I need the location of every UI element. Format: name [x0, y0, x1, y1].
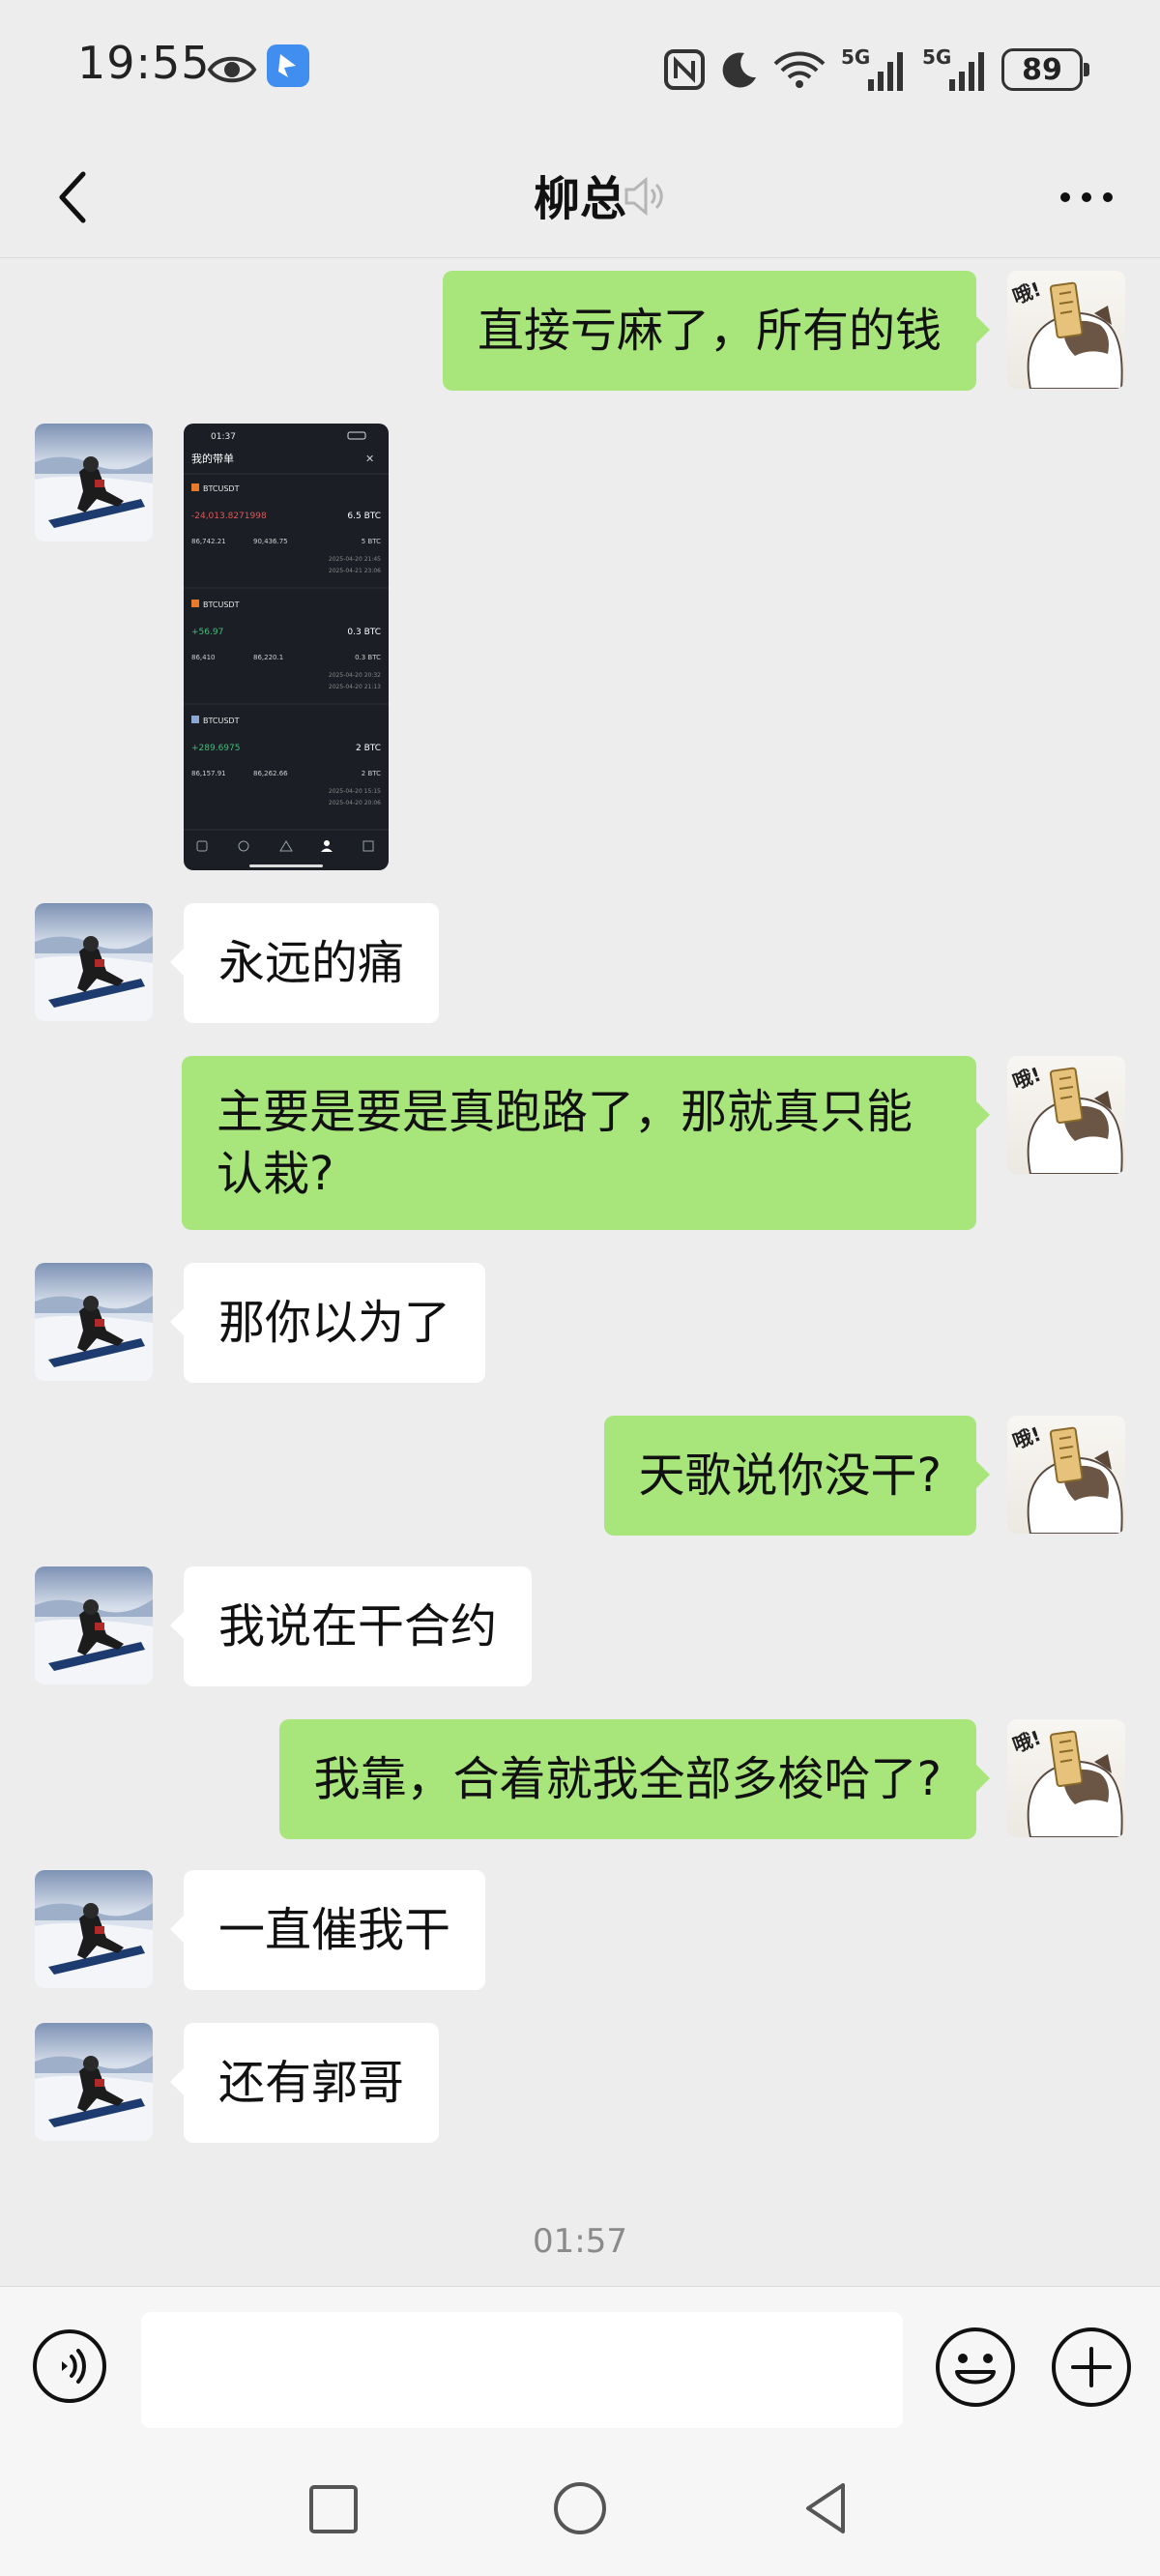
avatar-self[interactable] [1007, 1056, 1125, 1174]
battery-icon: 89 [1001, 48, 1089, 91]
order-entry-price: 86,157.91 [191, 770, 226, 777]
voice-icon[interactable] [31, 2327, 108, 2405]
image-message[interactable]: 01:37 我的带单 ✕ BTCUSDT -24,013.8271998 6.5… [184, 424, 389, 870]
message-row-incoming: 我说在干合约 [0, 1566, 1160, 1686]
message-bubble-incoming[interactable]: 永远的痛 [169, 903, 440, 1023]
app-notification-icon [267, 44, 309, 87]
more-button[interactable] [1048, 161, 1125, 234]
message-row-incoming: 还有郭哥 [0, 2023, 1160, 2143]
avatar-self[interactable] [1007, 1416, 1125, 1534]
system-nav-bar [0, 2441, 1160, 2576]
nfc-icon [664, 49, 705, 90]
message-row-outgoing: 天歌说你没干? [0, 1416, 1160, 1536]
order-entry-price: 86,742.21 [191, 538, 226, 545]
message-bubble-outgoing[interactable]: 直接亏麻了，所有的钱 [442, 271, 991, 391]
more-dots-icon [1060, 192, 1113, 202]
avatar-self[interactable] [1007, 1719, 1125, 1837]
battery-level: 89 [1022, 52, 1062, 87]
message-input[interactable] [141, 2312, 903, 2428]
avatar-self[interactable] [1007, 271, 1125, 389]
order-amount: 6.5 BTC [347, 512, 381, 521]
message-row-incoming: 01:37 我的带单 ✕ BTCUSDT -24,013.8271998 6.5… [0, 424, 1160, 870]
order-exit-price: 86,220.1 [253, 654, 283, 661]
plus-icon[interactable] [1050, 2326, 1133, 2409]
svg-text:5G: 5G [841, 45, 870, 69]
message-row-incoming: 那你以为了 [0, 1263, 1160, 1383]
message-row-outgoing: 我靠，合着就我全部多梭哈了? [0, 1719, 1160, 1839]
order-pnl: +56.97 [191, 628, 223, 637]
order-open-time: 2025-04-20 15:15 [329, 788, 381, 795]
home-icon[interactable] [551, 2479, 609, 2537]
eye-icon [207, 56, 257, 83]
order-symbol: BTCUSDT [203, 717, 240, 725]
message-row-outgoing: 直接亏麻了，所有的钱 [0, 271, 1160, 391]
order-entry-price: 86,410 [191, 654, 216, 661]
5g-signal-icon: 5G [841, 45, 903, 91]
recent-apps-icon[interactable] [307, 2483, 360, 2535]
message-row-incoming: 一直催我干 [0, 1870, 1160, 1990]
order-pnl: +289.6975 [191, 744, 240, 753]
status-bar: 19:55 5G 5G 89 [0, 0, 1160, 135]
avatar-contact[interactable] [35, 1263, 153, 1381]
message-bubble-incoming[interactable]: 我说在干合约 [169, 1566, 533, 1686]
message-bubble-outgoing[interactable]: 天歌说你没干? [603, 1416, 991, 1536]
message-bubble-incoming[interactable]: 还有郭哥 [169, 2023, 440, 2143]
order-symbol: BTCUSDT [203, 600, 240, 609]
message-bubble-outgoing[interactable]: 主要是要是真跑路了，那就真只能认栽? [182, 1056, 990, 1230]
chat-title[interactable]: 柳总 [0, 161, 1160, 228]
svg-text:✕: ✕ [365, 453, 374, 465]
image-title: 我的带单 [191, 452, 234, 465]
status-time: 19:55 [77, 37, 211, 89]
wifi-icon [773, 51, 826, 88]
message-bubble-incoming[interactable]: 那你以为了 [169, 1263, 486, 1383]
message-row-outgoing: 主要是要是真跑路了，那就真只能认栽? [0, 1056, 1160, 1230]
emoji-icon[interactable] [934, 2326, 1017, 2409]
order-close-time: 2025-04-20 21:13 [329, 684, 381, 690]
order-pnl: -24,013.8271998 [191, 512, 267, 521]
sound-off-icon [624, 176, 663, 217]
order-symbol: BTCUSDT [203, 484, 240, 493]
message-bubble-incoming[interactable]: 一直催我干 [169, 1870, 486, 1990]
order-amount: 0.3 BTC [347, 628, 381, 637]
order-max-position: 2 BTC [362, 770, 381, 777]
5g-signal-icon-2: 5G [922, 45, 984, 91]
order-amount: 2 BTC [356, 744, 381, 753]
svg-text:5G: 5G [922, 45, 951, 69]
order-open-time: 2025-04-20 20:32 [329, 672, 381, 679]
order-close-time: 2025-04-20 20:06 [329, 800, 381, 806]
avatar-contact[interactable] [35, 1870, 153, 1988]
back-icon[interactable] [797, 2479, 855, 2537]
chat-header: 柳总 [0, 135, 1160, 258]
timestamp: 01:57 [533, 2222, 627, 2261]
input-bar [0, 2286, 1160, 2442]
moon-icon [722, 52, 756, 88]
message-row-incoming: 永远的痛 [0, 903, 1160, 1023]
order-close-time: 2025-04-21 23:06 [329, 568, 381, 574]
order-exit-price: 90,436.75 [253, 538, 288, 545]
order-exit-price: 86,262.66 [253, 770, 288, 777]
order-max-position: 5 BTC [362, 538, 381, 545]
image-status-time: 01:37 [211, 432, 236, 442]
order-max-position: 0.3 BTC [355, 654, 381, 661]
avatar-contact[interactable] [35, 1566, 153, 1684]
message-list[interactable]: 哦! 直接亏麻了，所有的钱 01:37 我的带单 ✕ BTCUSDT -24,0… [0, 257, 1160, 2288]
order-open-time: 2025-04-20 21:45 [329, 556, 381, 563]
message-bubble-outgoing[interactable]: 我靠，合着就我全部多梭哈了? [278, 1719, 991, 1839]
avatar-contact[interactable] [35, 424, 153, 542]
avatar-contact[interactable] [35, 2023, 153, 2141]
avatar-contact[interactable] [35, 903, 153, 1021]
